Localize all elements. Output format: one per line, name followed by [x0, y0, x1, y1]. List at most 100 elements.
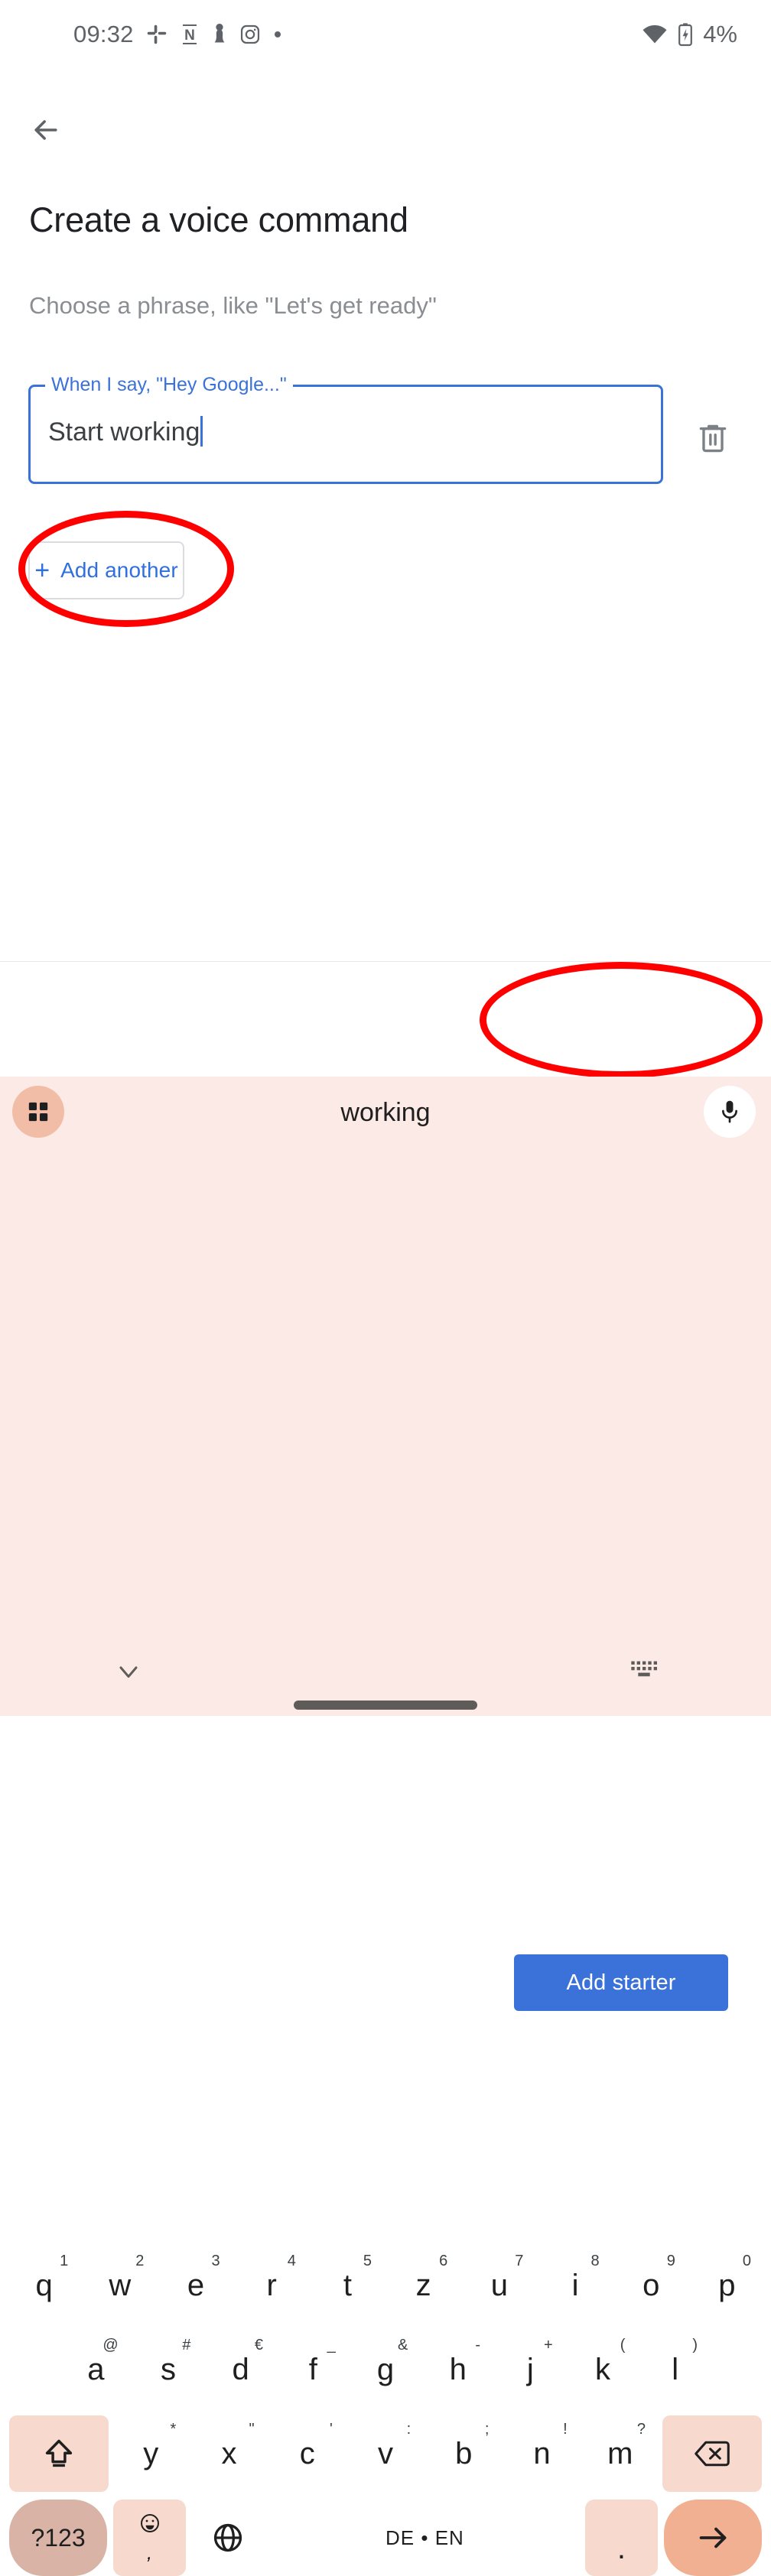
keyboard-switch-button[interactable] [621, 1649, 667, 1694]
key-o-sub: 9 [666, 2253, 675, 2269]
globe-icon [214, 2523, 242, 2552]
plus-icon: + [34, 556, 50, 585]
key-c[interactable]: ' c [271, 2415, 343, 2492]
numbers-symbols-key[interactable]: ?123 [9, 2500, 108, 2576]
key-r-label: r [266, 2269, 277, 2302]
page-subtitle: Choose a phrase, like "Let's get ready" [29, 292, 437, 319]
status-bar-right: 4% [642, 21, 737, 48]
key-t-sub: 5 [363, 2253, 372, 2269]
key-s-sub: # [182, 2337, 191, 2353]
enter-key[interactable] [663, 2500, 762, 2576]
key-n-label: n [533, 2437, 551, 2470]
key-q[interactable]: 1q [9, 2247, 80, 2324]
period-label: . [616, 2532, 626, 2565]
key-z-sub: 6 [439, 2253, 448, 2269]
key-z[interactable]: 6z [389, 2247, 459, 2324]
emoji-comma-stack: , [139, 2513, 161, 2563]
key-q-sub: 1 [60, 2253, 69, 2269]
key-k[interactable]: (k [569, 2331, 636, 2408]
key-h[interactable]: -h [425, 2331, 492, 2408]
add-another-button[interactable]: + Add another [28, 541, 184, 599]
key-v[interactable]: :v [349, 2415, 422, 2492]
key-c-sub: ' [330, 2421, 333, 2438]
microphone-icon [722, 1100, 737, 1123]
system-navigation-bar [0, 1632, 771, 1716]
comma-label: , [147, 2543, 152, 2564]
key-d-sub: € [254, 2337, 264, 2353]
backspace-key[interactable] [662, 2415, 763, 2492]
key-k-label: k [595, 2353, 611, 2386]
key-x[interactable]: " x [193, 2415, 265, 2492]
key-s[interactable]: # s [135, 2331, 202, 2408]
key-g[interactable]: & g [352, 2331, 419, 2408]
key-x-label: x [221, 2437, 237, 2470]
key-x-sub: " [249, 2421, 255, 2438]
field-value-row[interactable]: Start working [48, 416, 203, 447]
key-l-sub: ) [692, 2337, 698, 2353]
key-e-sub: 3 [211, 2253, 220, 2269]
key-p[interactable]: 0p [691, 2247, 763, 2324]
key-w[interactable]: 2w [85, 2247, 155, 2324]
n-notification-icon: N [180, 24, 200, 45]
key-j[interactable]: + j [497, 2331, 564, 2408]
key-h-label: h [449, 2353, 467, 2386]
key-m[interactable]: ? m [584, 2415, 656, 2492]
key-p-label: p [718, 2269, 736, 2302]
suggestion-word[interactable]: working [0, 1077, 771, 1148]
action-bar: Add starter [0, 962, 771, 2011]
chess-pawn-icon [212, 23, 227, 46]
add-starter-button[interactable]: Add starter [514, 1954, 728, 2011]
key-b[interactable]: ; b [428, 2415, 500, 2492]
key-s-label: s [161, 2353, 176, 2386]
key-v-sub: : [406, 2421, 412, 2438]
key-o[interactable]: 9o [616, 2247, 686, 2324]
key-f[interactable]: _ f [280, 2331, 346, 2408]
app-bar [0, 98, 771, 165]
back-button[interactable] [18, 102, 73, 158]
home-gesture-bar[interactable] [294, 1701, 477, 1710]
enter-arrow-icon [699, 2527, 727, 2548]
delete-phrase-button[interactable] [687, 413, 739, 465]
key-d[interactable]: € d [207, 2331, 275, 2408]
key-n[interactable]: ! n [506, 2415, 578, 2492]
key-w-sub: 2 [135, 2253, 145, 2269]
status-bar-left: 09:32 N [73, 21, 282, 48]
keyboard-row-1: 1q 2w 3e 4r 5t 6z 7u 8i 9o 0p [6, 2247, 765, 2324]
keyboard-row-2: @ a # s € d _ f & g -h + j (k ) l [60, 2331, 711, 2408]
key-p-sub: 0 [742, 2253, 752, 2269]
key-u[interactable]: 7u [464, 2247, 535, 2324]
svg-text:N: N [184, 28, 195, 44]
key-y[interactable]: * y [115, 2415, 187, 2492]
shift-key[interactable] [9, 2415, 109, 2492]
status-bar: 09:32 N 4% [0, 0, 771, 69]
field-label: When I say, "Hey Google..." [51, 374, 287, 395]
key-e-label: e [187, 2269, 205, 2302]
key-z-label: z [415, 2269, 431, 2302]
key-j-sub: + [544, 2337, 553, 2353]
page-title: Create a voice command [29, 200, 408, 239]
dot-icon [273, 30, 282, 39]
voice-phrase-field[interactable]: When I say, "Hey Google..." Start workin… [28, 374, 663, 484]
key-r[interactable]: 4r [236, 2247, 307, 2324]
emoji-comma-key[interactable]: , [113, 2500, 186, 2576]
key-y-label: y [143, 2437, 159, 2470]
key-l[interactable]: ) l [642, 2331, 709, 2408]
language-switch-key[interactable] [191, 2500, 265, 2576]
key-b-sub: ; [484, 2421, 490, 2438]
space-key[interactable]: DE • EN [270, 2500, 580, 2576]
key-i-sub: 8 [590, 2253, 600, 2269]
shift-icon [45, 2439, 73, 2467]
back-arrow-icon [34, 120, 57, 140]
key-i[interactable]: 8i [540, 2247, 610, 2324]
key-l-label: l [672, 2353, 679, 2386]
key-m-sub: ? [636, 2421, 646, 2438]
period-key[interactable]: . [585, 2500, 658, 2576]
suggestion-strip: working [0, 1077, 771, 1148]
keyboard-row-4: ?123 , DE • EN . [6, 2500, 765, 2576]
voice-input-button[interactable] [704, 1086, 756, 1138]
key-t[interactable]: 5t [312, 2247, 383, 2324]
hide-keyboard-button[interactable] [104, 1647, 153, 1696]
key-y-sub: * [170, 2421, 177, 2438]
key-e[interactable]: 3e [161, 2247, 231, 2324]
key-a[interactable]: @ a [63, 2331, 129, 2408]
